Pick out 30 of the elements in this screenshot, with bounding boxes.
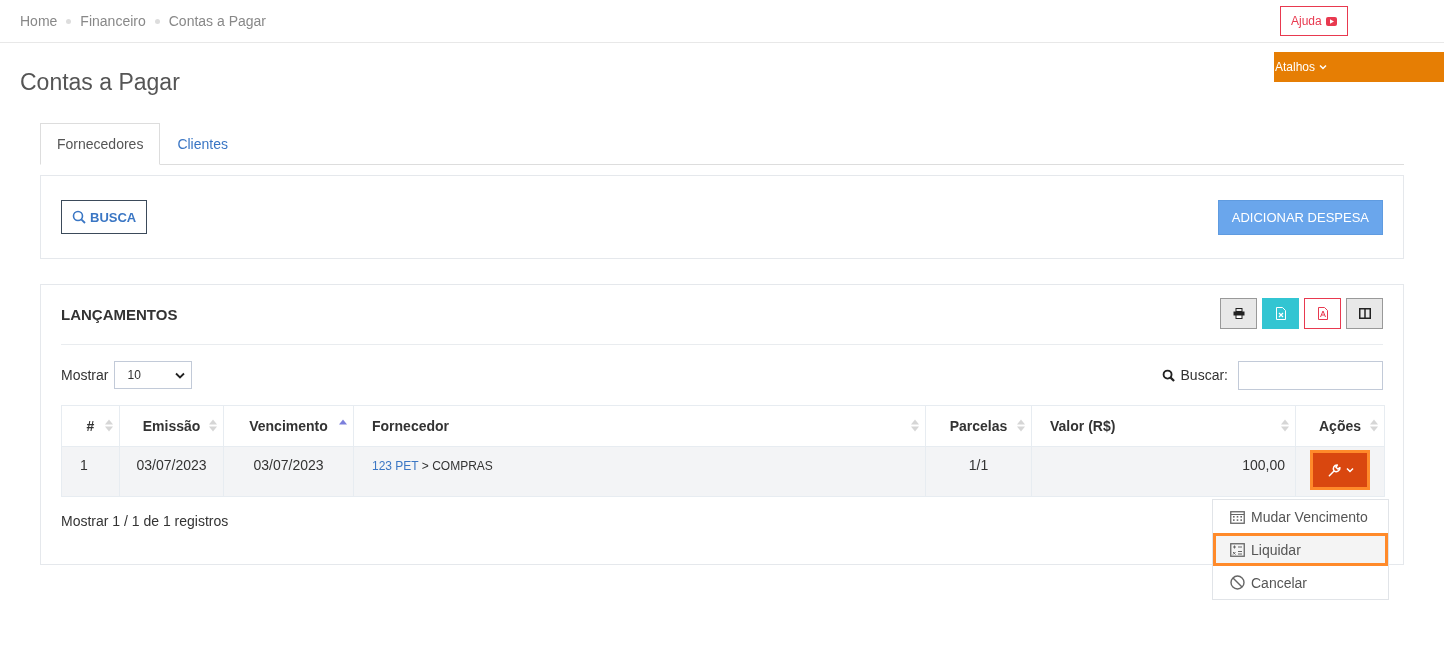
category-text: > COMPRAS (421, 459, 493, 473)
records-info: Mostrar 1 / 1 de 1 registros (61, 513, 229, 529)
length-label: Mostrar (61, 367, 109, 383)
column-header[interactable]: Valor (R$) (1031, 405, 1296, 447)
column-header[interactable]: # (61, 405, 120, 447)
table-cell: 1 (61, 446, 120, 497)
breadcrumb-current: Contas a Pagar (168, 13, 267, 29)
menu-item[interactable]: Mudar Vencimento (1213, 500, 1388, 533)
column-header[interactable]: Fornecedor (353, 405, 926, 447)
page-title: Contas a Pagar (20, 68, 181, 96)
table-cell: 100,00 (1031, 446, 1296, 497)
panel-title: LANÇAMENTOS (61, 306, 178, 323)
column-header[interactable]: Emissão (119, 405, 224, 447)
tab[interactable]: Fornecedores (40, 123, 161, 165)
breadcrumb-link[interactable]: Home (20, 13, 58, 29)
page-length-select[interactable]: 10 (114, 361, 193, 389)
search-label: Buscar: (1180, 367, 1228, 383)
column-header[interactable]: Ações (1295, 405, 1385, 447)
table-cell: 1/1 (925, 446, 1032, 497)
column-header[interactable]: Parcelas (925, 405, 1032, 447)
table-cell: 03/07/2023 (119, 446, 224, 497)
search-button[interactable]: BUSCA (61, 200, 148, 234)
menu-item[interactable]: Liquidar (1213, 533, 1388, 566)
table-cell: 03/07/2023 (223, 446, 354, 497)
menu-item[interactable]: Cancelar (1213, 566, 1388, 599)
column-header[interactable]: Vencimento (223, 405, 354, 447)
supplier-link[interactable]: 123 PET (372, 459, 419, 473)
breadcrumb-link[interactable]: Financeiro (80, 13, 146, 29)
tab[interactable]: Clientes (160, 123, 245, 164)
help-button[interactable]: Ajuda (1280, 6, 1348, 36)
